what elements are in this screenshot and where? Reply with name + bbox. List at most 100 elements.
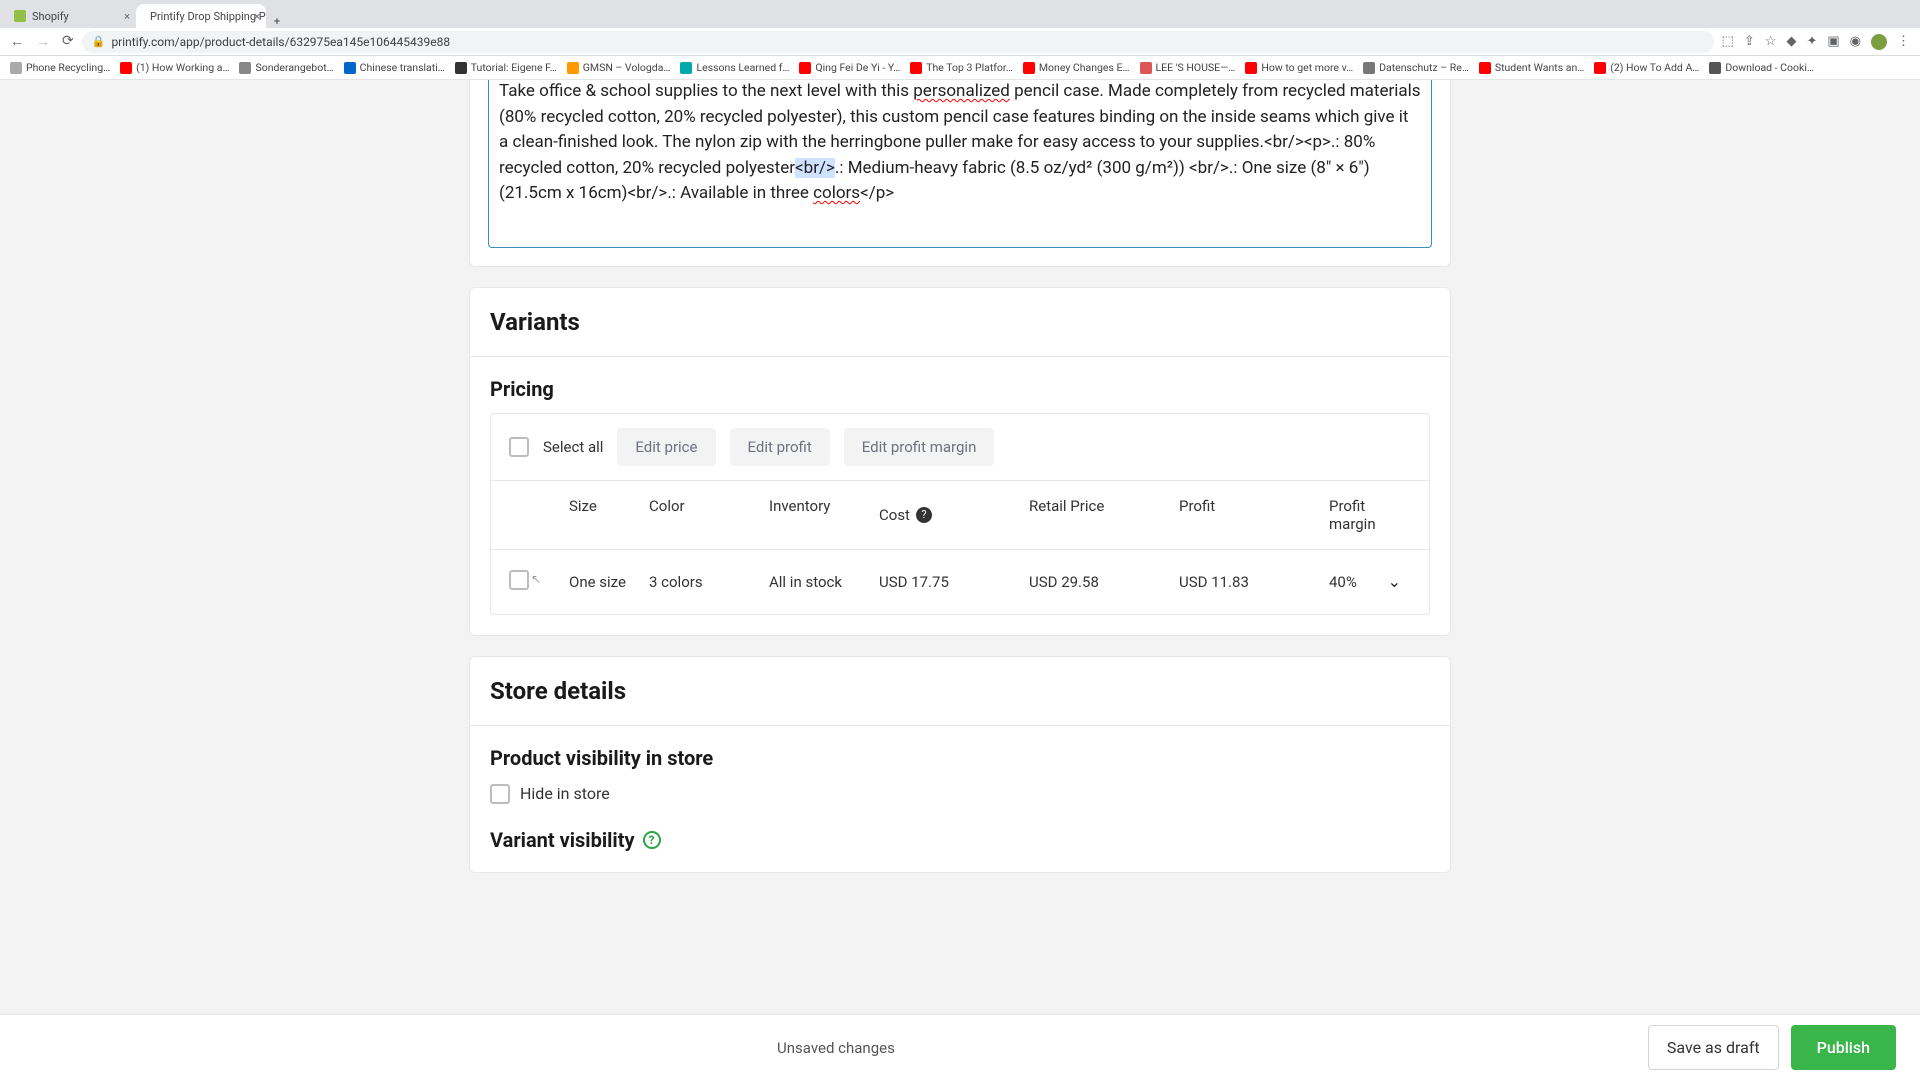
bookmark[interactable]: (2) How To Add A…: [1594, 61, 1699, 74]
youtube-icon: [1594, 62, 1606, 74]
product-visibility-heading: Product visibility in store: [490, 746, 1430, 770]
share-icon[interactable]: ⇪: [1744, 34, 1755, 50]
spellcheck-underline: personalized: [913, 81, 1010, 101]
cell-size: One size: [569, 573, 649, 591]
menu-icon[interactable]: ⋮: [1897, 34, 1910, 50]
youtube-icon: [799, 62, 811, 74]
store-details-heading: Store details: [490, 677, 1430, 705]
selection-highlight: <br/>: [795, 158, 835, 178]
save-as-draft-button[interactable]: Save as draft: [1648, 1025, 1779, 1070]
col-retail: Retail Price: [1029, 497, 1179, 533]
tab-label: Printify Drop Shipping Print o: [150, 10, 266, 23]
bookmark[interactable]: (1) How Working a…: [120, 61, 229, 74]
bookmark[interactable]: Student Wants an…: [1479, 61, 1584, 74]
bookmark[interactable]: Datenschutz – Re…: [1363, 61, 1469, 74]
bookmark-icon: [10, 62, 22, 74]
back-icon[interactable]: ←: [10, 33, 24, 50]
youtube-icon: [910, 62, 922, 74]
chevron-down-icon[interactable]: ⌄: [1388, 572, 1401, 591]
edit-price-button[interactable]: Edit price: [617, 428, 715, 466]
variants-heading: Variants: [490, 308, 1430, 336]
bookmark-icon: [455, 62, 467, 74]
pricing-row[interactable]: ↖ One size 3 colors All in stock USD 17.…: [491, 550, 1429, 614]
select-all-checkbox[interactable]: [509, 437, 529, 457]
help-icon[interactable]: ?: [916, 507, 932, 523]
youtube-icon: [120, 62, 132, 74]
new-tab-button[interactable]: +: [266, 15, 288, 28]
bookmark[interactable]: Sonderangebot…: [239, 61, 333, 74]
bookmarks-bar: Phone Recycling… (1) How Working a… Sond…: [0, 56, 1920, 80]
bookmark[interactable]: The Top 3 Platfor…: [910, 61, 1013, 74]
bookmark[interactable]: How to get more v…: [1245, 61, 1353, 74]
bookmark-icon: [680, 62, 692, 74]
hide-in-store-label: Hide in store: [520, 784, 610, 803]
puzzle-icon[interactable]: ✦: [1806, 34, 1817, 50]
save-status: Unsaved changes: [24, 1039, 1648, 1057]
bookmark-icon: [567, 62, 579, 74]
close-icon[interactable]: ×: [254, 10, 260, 23]
bookmark[interactable]: Phone Recycling…: [10, 61, 110, 74]
bookmark-icon: [239, 62, 251, 74]
tab-label: Shopify: [32, 10, 69, 23]
forward-icon[interactable]: →: [36, 33, 50, 50]
tab-printify[interactable]: Printify Drop Shipping Print o ×: [136, 4, 266, 28]
help-icon[interactable]: ?: [643, 831, 661, 849]
edit-profit-button[interactable]: Edit profit: [730, 428, 830, 466]
extension-icon[interactable]: ◆: [1786, 34, 1796, 50]
page-scroll[interactable]: Take office & school supplies to the nex…: [0, 80, 1920, 1080]
bookmark[interactable]: Lessons Learned f…: [680, 61, 789, 74]
address-bar: ← → ⟳ 🔒 printify.com/app/product-details…: [0, 28, 1920, 56]
cell-profit: USD 11.83: [1179, 573, 1329, 591]
bookmark[interactable]: Download - Cooki…: [1709, 61, 1814, 74]
cell-margin: 40%: [1329, 573, 1357, 591]
select-all-label: Select all: [543, 438, 603, 456]
hide-in-store-checkbox[interactable]: [490, 784, 510, 804]
url-text: printify.com/app/product-details/632975e…: [111, 35, 450, 49]
ext-icon[interactable]: ▣: [1827, 34, 1839, 50]
bookmark[interactable]: Chinese translati…: [344, 61, 445, 74]
star-icon[interactable]: ☆: [1765, 34, 1777, 50]
favicon-shopify: [14, 10, 26, 22]
translate-icon[interactable]: ⬚: [1722, 34, 1734, 50]
youtube-icon: [1023, 62, 1035, 74]
browser-tabbar: Shopify × Printify Drop Shipping Print o…: [0, 0, 1920, 28]
cursor-icon: ↖: [531, 572, 541, 586]
pricing-table-header: Size Color Inventory Cost? Retail Price …: [491, 481, 1429, 550]
footer-bar: Unsaved changes Save as draft Publish: [0, 1014, 1920, 1080]
col-cost: Cost: [879, 506, 910, 524]
youtube-icon: [1479, 62, 1491, 74]
tab-shopify[interactable]: Shopify ×: [6, 4, 136, 28]
description-editor[interactable]: Take office & school supplies to the nex…: [488, 80, 1432, 248]
bookmark-icon: [1363, 62, 1375, 74]
edit-profit-margin-button[interactable]: Edit profit margin: [844, 428, 995, 466]
store-details-card: Store details Product visibility in stor…: [469, 656, 1451, 873]
col-color: Color: [649, 497, 769, 533]
avatar[interactable]: [1871, 34, 1887, 50]
pricing-heading: Pricing: [490, 377, 1430, 401]
cell-color: 3 colors: [649, 573, 769, 591]
bookmark-icon: [1140, 62, 1152, 74]
variant-visibility-heading: Variant visibility: [490, 828, 635, 852]
bookmark[interactable]: GMSN – Vologda…: [567, 61, 671, 74]
bookmark-icon: [344, 62, 356, 74]
bookmark-icon: [1709, 62, 1721, 74]
url-field[interactable]: 🔒 printify.com/app/product-details/63297…: [82, 31, 1714, 53]
cell-retail: USD 29.58: [1029, 573, 1179, 591]
bookmark[interactable]: Qing Fei De Yi - Y…: [799, 61, 900, 74]
spellcheck-underline: colors: [813, 183, 860, 203]
reload-icon[interactable]: ⟳: [62, 33, 74, 50]
cell-inventory: All in stock: [769, 573, 879, 591]
close-icon[interactable]: ×: [124, 10, 130, 23]
publish-button[interactable]: Publish: [1791, 1025, 1896, 1070]
bookmark[interactable]: Money Changes E…: [1023, 61, 1130, 74]
bookmark[interactable]: LEE 'S HOUSE—…: [1140, 61, 1236, 74]
youtube-icon: [1245, 62, 1257, 74]
description-card: Take office & school supplies to the nex…: [469, 80, 1451, 267]
ext2-icon[interactable]: ◉: [1850, 34, 1861, 50]
row-checkbox[interactable]: [509, 570, 529, 590]
bookmark[interactable]: Tutorial: Eigene F…: [455, 61, 557, 74]
col-profit: Profit: [1179, 497, 1329, 533]
lock-icon: 🔒: [92, 35, 106, 48]
variants-card: Variants Pricing Select all Edit price E…: [469, 287, 1451, 636]
cell-cost: USD 17.75: [879, 573, 1029, 591]
